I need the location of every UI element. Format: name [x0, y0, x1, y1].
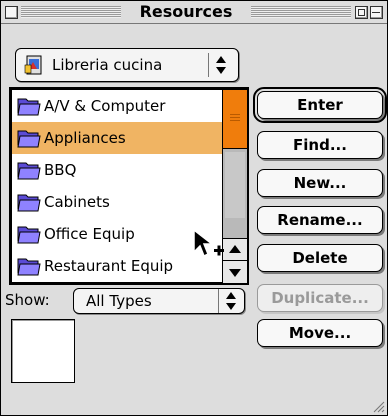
- triangle-down-icon: [229, 269, 241, 277]
- enter-button[interactable]: Enter: [253, 87, 387, 123]
- list-item[interactable]: Restaurant Equip: [12, 250, 222, 282]
- show-filter-label: Show:: [5, 291, 50, 309]
- folder-icon: [17, 98, 41, 116]
- library-popup-label: Libreria cucina: [52, 56, 163, 74]
- delete-button[interactable]: Delete: [257, 244, 383, 272]
- zoom-box[interactable]: [355, 6, 368, 19]
- arrow-plus-cursor-icon: [193, 228, 224, 258]
- resize-grip-icon[interactable]: [371, 399, 385, 413]
- title-bar-stripes: [21, 6, 121, 18]
- rename-button[interactable]: Rename...: [257, 206, 383, 234]
- resource-preview: [11, 319, 75, 383]
- thumb-grip-line: [230, 114, 240, 115]
- list-item[interactable]: Cabinets: [12, 186, 222, 218]
- list-item-selected[interactable]: Appliances: [12, 122, 222, 154]
- list-item[interactable]: Office Equip: [12, 218, 222, 250]
- list-item-label: BBQ: [44, 161, 77, 179]
- folder-icon: [17, 258, 41, 276]
- window-title: Resources: [125, 2, 247, 22]
- new-button[interactable]: New...: [257, 169, 383, 197]
- list-item[interactable]: A/V & Computer: [12, 90, 222, 122]
- duplicate-button[interactable]: Duplicate...: [257, 284, 383, 312]
- thumb-grip-line: [230, 120, 240, 121]
- list-item[interactable]: BBQ: [12, 154, 222, 186]
- scroll-thumb[interactable]: [223, 90, 247, 149]
- folder-icon: [17, 130, 41, 148]
- collapse-box[interactable]: [370, 6, 383, 19]
- title-bar-stripes: [251, 6, 351, 18]
- resource-list-rows: A/V & Computer Appliances BBQ Cabinets O…: [12, 90, 222, 282]
- resource-list[interactable]: A/V & Computer Appliances BBQ Cabinets O…: [9, 87, 249, 285]
- triangle-up-icon: [229, 245, 241, 253]
- close-box[interactable]: [5, 6, 18, 19]
- library-file-icon: [24, 55, 42, 75]
- type-filter-label: All Types: [86, 292, 152, 310]
- folder-icon: [17, 162, 41, 180]
- scroll-up-button[interactable]: [223, 238, 247, 261]
- chevron-up-down-icon: [208, 53, 226, 77]
- list-item-label: Cabinets: [44, 193, 110, 211]
- thumb-grip-line: [230, 117, 240, 118]
- list-item-label: A/V & Computer: [44, 97, 166, 115]
- library-popup[interactable]: Libreria cucina: [15, 48, 239, 82]
- list-item-label: Office Equip: [44, 225, 135, 243]
- title-bar[interactable]: Resources: [1, 1, 387, 24]
- list-item-label: Restaurant Equip: [44, 257, 174, 275]
- folder-icon: [17, 194, 41, 212]
- chevron-up-down-icon: [218, 289, 236, 313]
- scroll-down-button[interactable]: [223, 260, 247, 283]
- find-button[interactable]: Find...: [257, 131, 383, 159]
- list-item-label: Appliances: [44, 129, 126, 147]
- folder-icon: [17, 226, 41, 244]
- scroll-track[interactable]: [225, 152, 245, 218]
- resources-window: Resources Libreria cucina A/V & Computer: [0, 0, 388, 416]
- move-button[interactable]: Move...: [257, 319, 383, 347]
- type-filter-popup[interactable]: All Types: [73, 288, 245, 314]
